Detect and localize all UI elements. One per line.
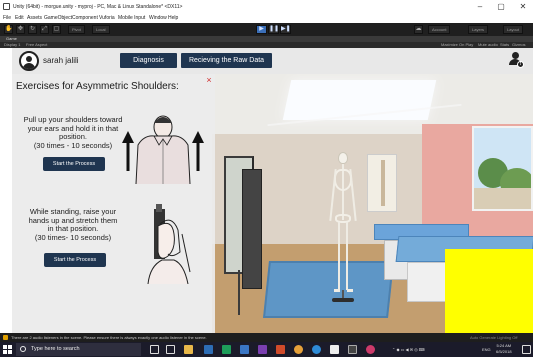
menu-edit[interactable]: Edit bbox=[15, 15, 24, 21]
search-icon bbox=[20, 346, 26, 352]
photos-icon[interactable] bbox=[348, 345, 357, 354]
room-window bbox=[472, 126, 533, 211]
store-icon[interactable] bbox=[204, 345, 213, 354]
exercise-panel: Exercises for Asymmetric Shoulders: × Pu… bbox=[12, 74, 215, 333]
window-title: Unity (64bit) - morgue.unity - myproj - … bbox=[13, 4, 183, 10]
shoulder-shrug-illustration bbox=[122, 115, 204, 184]
windows-taskbar: Type here to search ⌃ ◆ ▭ ◀ ✉ ◎ ⌨ ENG 5:… bbox=[0, 342, 533, 357]
unity-taskbar-icon[interactable] bbox=[330, 345, 339, 354]
app-icon-pink[interactable] bbox=[366, 345, 375, 354]
console-status-bar[interactable]: There are 2 audio listeners in the scene… bbox=[0, 333, 533, 342]
menu-file[interactable]: File bbox=[3, 15, 11, 21]
warning-icon bbox=[3, 335, 8, 340]
tray-icons[interactable]: ⌃ ◆ ▭ ◀ ✉ ◎ ⌨ bbox=[392, 345, 425, 354]
start-process-button-2[interactable]: Start the Process bbox=[44, 253, 106, 267]
lighting-status: Auto Generate Lighting Off bbox=[470, 335, 518, 340]
chrome-icon[interactable] bbox=[294, 345, 303, 354]
user-avatar-icon bbox=[19, 51, 39, 71]
clock[interactable]: 5:24 AM 6/5/2018 bbox=[496, 343, 512, 355]
app-icon-green[interactable] bbox=[222, 345, 231, 354]
menu-help[interactable]: Help bbox=[168, 15, 178, 21]
scale-tool-icon[interactable]: ⤢ bbox=[40, 25, 49, 34]
menu-assets[interactable]: Assets bbox=[27, 15, 42, 21]
pivot-toggle[interactable]: Pivot bbox=[68, 25, 85, 34]
app-icon-orange[interactable] bbox=[276, 345, 285, 354]
hand-tool-icon[interactable]: ✋ bbox=[4, 25, 13, 34]
search-placeholder: Type here to search bbox=[31, 346, 80, 352]
close-window-button[interactable]: ✕ bbox=[516, 2, 530, 12]
minimize-button[interactable]: – bbox=[473, 2, 487, 12]
visual-studio-icon[interactable] bbox=[258, 345, 267, 354]
window-titlebar: Unity (64bit) - morgue.unity - myproj - … bbox=[0, 0, 533, 14]
taskbar-search[interactable]: Type here to search bbox=[16, 343, 141, 356]
outlook-icon[interactable] bbox=[240, 345, 249, 354]
exercise-2-instructions: While standing, raise your hands up and … bbox=[28, 207, 118, 242]
move-tool-icon[interactable]: ✥ bbox=[16, 25, 25, 34]
task-view-icon[interactable] bbox=[166, 345, 175, 354]
close-panel-icon[interactable]: × bbox=[204, 75, 214, 85]
rotate-tool-icon[interactable]: ↻ bbox=[28, 25, 37, 34]
start-process-button-1[interactable]: Start the Process bbox=[43, 157, 105, 171]
game-viewport: sarah jalili Diagnosis Recieving the Raw… bbox=[12, 48, 533, 333]
unity-toolbar: ✋ ✥ ↻ ⤢ ▢ Pivot Local ▶ ❚❚ ▶❚ ☁ Account … bbox=[0, 23, 533, 36]
play-button[interactable]: ▶ bbox=[256, 25, 267, 34]
cloud-icon[interactable]: ☁ bbox=[414, 25, 423, 34]
rect-tool-icon[interactable]: ▢ bbox=[52, 25, 61, 34]
skeleton-model[interactable] bbox=[325, 152, 361, 302]
menu-gameobject[interactable]: GameObject bbox=[44, 15, 72, 21]
diagnosis-button[interactable]: Diagnosis bbox=[120, 53, 177, 68]
user-notification-icon[interactable]: ! bbox=[509, 52, 524, 68]
yellow-overlay bbox=[445, 249, 533, 333]
username-label: sarah jalili bbox=[43, 56, 79, 65]
unity-app-icon bbox=[3, 3, 10, 10]
maximize-button[interactable]: ▢ bbox=[494, 2, 508, 12]
menu-bar: File Edit Assets GameObject Component Vu… bbox=[0, 14, 533, 23]
menu-window[interactable]: Window bbox=[149, 15, 167, 21]
whiteboard-stand bbox=[238, 270, 240, 315]
anatomy-poster bbox=[367, 154, 397, 212]
account-dropdown[interactable]: Account bbox=[428, 25, 451, 34]
arm-stretch-illustration bbox=[147, 204, 191, 284]
notifications-icon[interactable] bbox=[522, 345, 531, 354]
raw-data-button[interactable]: Recieving the Raw Data bbox=[181, 53, 272, 68]
menu-component[interactable]: Component bbox=[72, 15, 98, 21]
room-divider bbox=[242, 169, 262, 289]
app-header: sarah jalili Diagnosis Recieving the Raw… bbox=[12, 48, 533, 74]
cortana-icon[interactable] bbox=[150, 345, 159, 354]
pause-button[interactable]: ❚❚ bbox=[268, 25, 279, 34]
menu-mobile-input[interactable]: Mobile Input bbox=[118, 15, 145, 21]
step-button[interactable]: ▶❚ bbox=[280, 25, 291, 34]
file-explorer-icon[interactable] bbox=[184, 345, 193, 354]
layout-dropdown[interactable]: Layout bbox=[503, 25, 524, 34]
menu-vuforia[interactable]: Vuforia bbox=[99, 15, 115, 21]
panel-title: Exercises for Asymmetric Shoulders: bbox=[16, 81, 179, 92]
language-indicator[interactable]: ENG bbox=[482, 345, 491, 354]
local-toggle[interactable]: Local bbox=[92, 25, 110, 34]
edge-icon[interactable] bbox=[312, 345, 321, 354]
layers-dropdown[interactable]: Layers bbox=[468, 25, 489, 34]
windows-start-icon[interactable] bbox=[3, 345, 12, 354]
console-message: There are 2 audio listeners in the scene… bbox=[11, 335, 207, 340]
